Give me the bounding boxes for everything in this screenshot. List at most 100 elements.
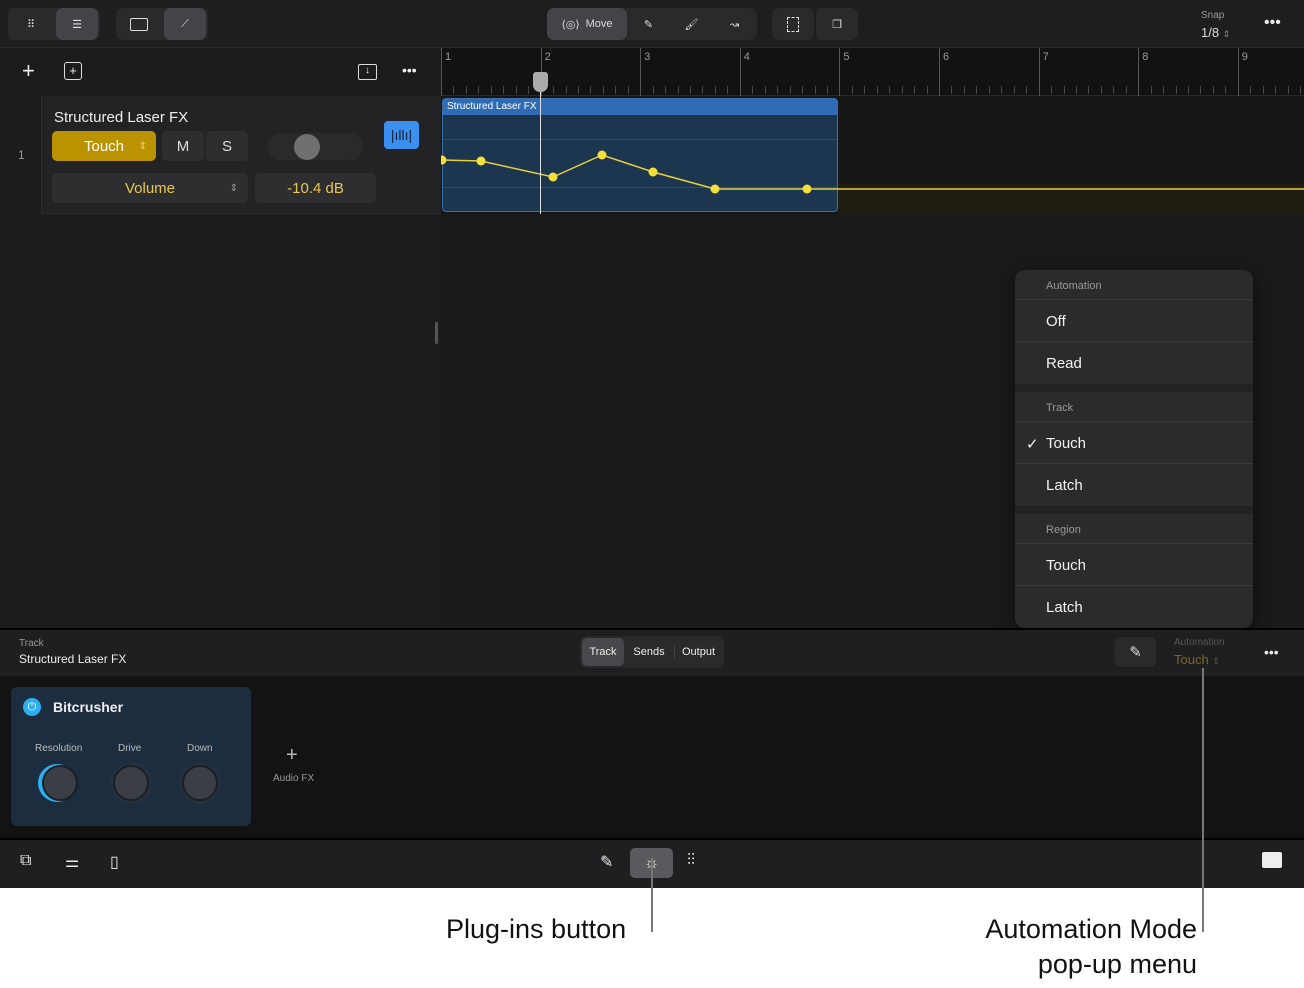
mute-button[interactable]: M — [162, 131, 204, 161]
toggles-icon[interactable]: ⚌ — [65, 852, 79, 872]
menu-item-read[interactable]: Read — [1015, 342, 1253, 384]
tick — [1113, 86, 1115, 94]
tick — [1188, 86, 1189, 94]
download-icon[interactable]: ↓ — [358, 64, 377, 80]
callout-automation: Automation Mode — [985, 914, 1197, 944]
resize-handle[interactable] — [435, 322, 438, 344]
copy-button[interactable]: ❐ — [816, 8, 858, 40]
menu-item-off[interactable]: Off — [1015, 300, 1253, 342]
app-window: ⠿ ☰ ⟋ ⟨◎⟩ Move ✎ 🖌 ↝ ❐ Snap 1/8 ⇕ ••• + +… — [0, 0, 1304, 888]
browser-icon[interactable]: ⧉ — [20, 852, 31, 870]
pencil-icon: ✎ — [1129, 644, 1142, 661]
snap-label: Snap — [1201, 10, 1225, 21]
menu-header: Track — [1015, 392, 1253, 422]
grid-view-button[interactable]: ⠿ — [8, 8, 54, 40]
menu-item-track-latch[interactable]: Latch — [1015, 464, 1253, 506]
automation-point[interactable] — [710, 184, 720, 194]
add-track-icon[interactable]: + — [22, 58, 35, 84]
automation-point[interactable] — [802, 184, 812, 194]
snap-selector[interactable]: 1/8 ⇕ — [1201, 25, 1230, 40]
tick — [528, 86, 530, 94]
tick — [702, 86, 704, 94]
automation-curve[interactable] — [441, 96, 1304, 214]
automation-point[interactable] — [648, 167, 658, 177]
automation-point[interactable] — [548, 172, 558, 182]
tab-track[interactable]: Track — [582, 638, 624, 666]
tick — [1075, 86, 1077, 94]
down-knob[interactable] — [182, 765, 218, 801]
plugin-card[interactable]: ⏻ Bitcrusher Resolution Drive Down — [11, 687, 251, 826]
tick — [826, 86, 828, 94]
pan-slider[interactable] — [267, 133, 363, 160]
menu-item-track-touch[interactable]: ✓ Touch — [1015, 422, 1253, 464]
tick — [1013, 86, 1015, 94]
bar-line — [1237, 48, 1239, 96]
marquee-button[interactable] — [772, 8, 814, 40]
chevron-updown-icon: ⇕ — [138, 140, 147, 152]
tick — [876, 86, 878, 94]
solo-button[interactable]: S — [206, 131, 248, 161]
tick — [1125, 86, 1127, 94]
tick — [714, 86, 716, 94]
more-icon[interactable]: ••• — [1264, 14, 1281, 32]
more-icon[interactable]: ••• — [402, 62, 417, 78]
bar-line — [839, 48, 841, 96]
more-icon[interactable]: ••• — [1264, 644, 1279, 660]
pan-knob[interactable] — [294, 134, 320, 160]
tick — [851, 86, 853, 94]
waveform-icon[interactable]: |ıllı| — [384, 121, 419, 149]
automation-label: Automation — [1174, 637, 1225, 648]
menu-item-label: Touch — [1046, 435, 1087, 452]
automation-view-button[interactable]: ⟋ — [164, 8, 206, 40]
tick — [1225, 86, 1227, 94]
pencil-tool-button[interactable]: ✎ — [627, 8, 670, 40]
piano-keyboard-icon[interactable] — [1262, 852, 1282, 868]
tick — [1051, 86, 1053, 94]
tracks-icon: ☰ — [72, 18, 82, 31]
drive-knob[interactable] — [113, 765, 149, 801]
resolution-knob[interactable] — [42, 765, 78, 801]
top-toolbar: ⠿ ☰ ⟋ ⟨◎⟩ Move ✎ 🖌 ↝ ❐ Snap 1/8 ⇕ ••• — [0, 0, 1304, 48]
window-button[interactable] — [116, 8, 162, 40]
playhead[interactable] — [533, 72, 548, 214]
tab-sends[interactable]: Sends — [624, 646, 674, 658]
tick — [652, 86, 654, 94]
menu-item-region-touch[interactable]: Touch — [1015, 544, 1253, 586]
bar-number: 2 — [544, 51, 551, 63]
knob-label: Down — [187, 743, 213, 754]
menu-item-region-latch[interactable]: Latch — [1015, 586, 1253, 628]
bar-number: 4 — [743, 51, 750, 63]
bar-number: 1 — [445, 51, 452, 63]
automation-mode-popup[interactable]: Touch ⇕ — [1174, 652, 1220, 667]
menu-header: Region — [1015, 514, 1253, 544]
brush-tool-button[interactable]: 🖌 — [670, 8, 713, 40]
tracks-view-button[interactable]: ☰ — [56, 8, 98, 40]
copy-icon: ❐ — [832, 18, 842, 31]
parameter-selector[interactable]: Volume ⇕ — [52, 173, 248, 203]
tick — [1262, 86, 1264, 94]
automation-point[interactable] — [476, 156, 486, 166]
tab-output[interactable]: Output — [674, 646, 722, 658]
tick — [1088, 86, 1090, 94]
automation-point[interactable] — [441, 155, 447, 165]
track-number: 1 — [18, 148, 25, 162]
parameter-value-field[interactable]: -10.4 dB — [255, 173, 376, 203]
fader-icon[interactable]: ▯ — [110, 852, 119, 872]
automation-mode-button[interactable]: Touch ⇕ — [52, 131, 156, 161]
track-header[interactable]: 1 Structured Laser FX Touch ⇕ M S |ıllı| … — [0, 96, 441, 214]
tick — [553, 86, 555, 94]
curve-tool-button[interactable]: ↝ — [713, 8, 756, 40]
pencil-button[interactable]: ✎ — [1115, 637, 1156, 667]
ruler[interactable]: 1 2 3 4 5 6 7 8 9 — [441, 48, 1304, 96]
automation-point[interactable] — [597, 150, 607, 160]
duplicate-track-icon[interactable]: + — [64, 62, 82, 80]
add-plugin-icon[interactable]: + — [286, 744, 298, 767]
bar-line — [739, 48, 741, 96]
automation-curve-icon: ⟋ — [181, 17, 189, 30]
power-icon[interactable]: ⏻ — [23, 698, 41, 716]
mixer-icon[interactable]: ⫶⫶ — [687, 852, 695, 870]
move-tool-button[interactable]: ⟨◎⟩ Move — [547, 8, 627, 40]
automation-mode-value: Touch — [1174, 652, 1209, 667]
add-audio-fx-label[interactable]: Audio FX — [273, 773, 314, 784]
pencil-icon[interactable]: ✎ — [600, 852, 613, 872]
